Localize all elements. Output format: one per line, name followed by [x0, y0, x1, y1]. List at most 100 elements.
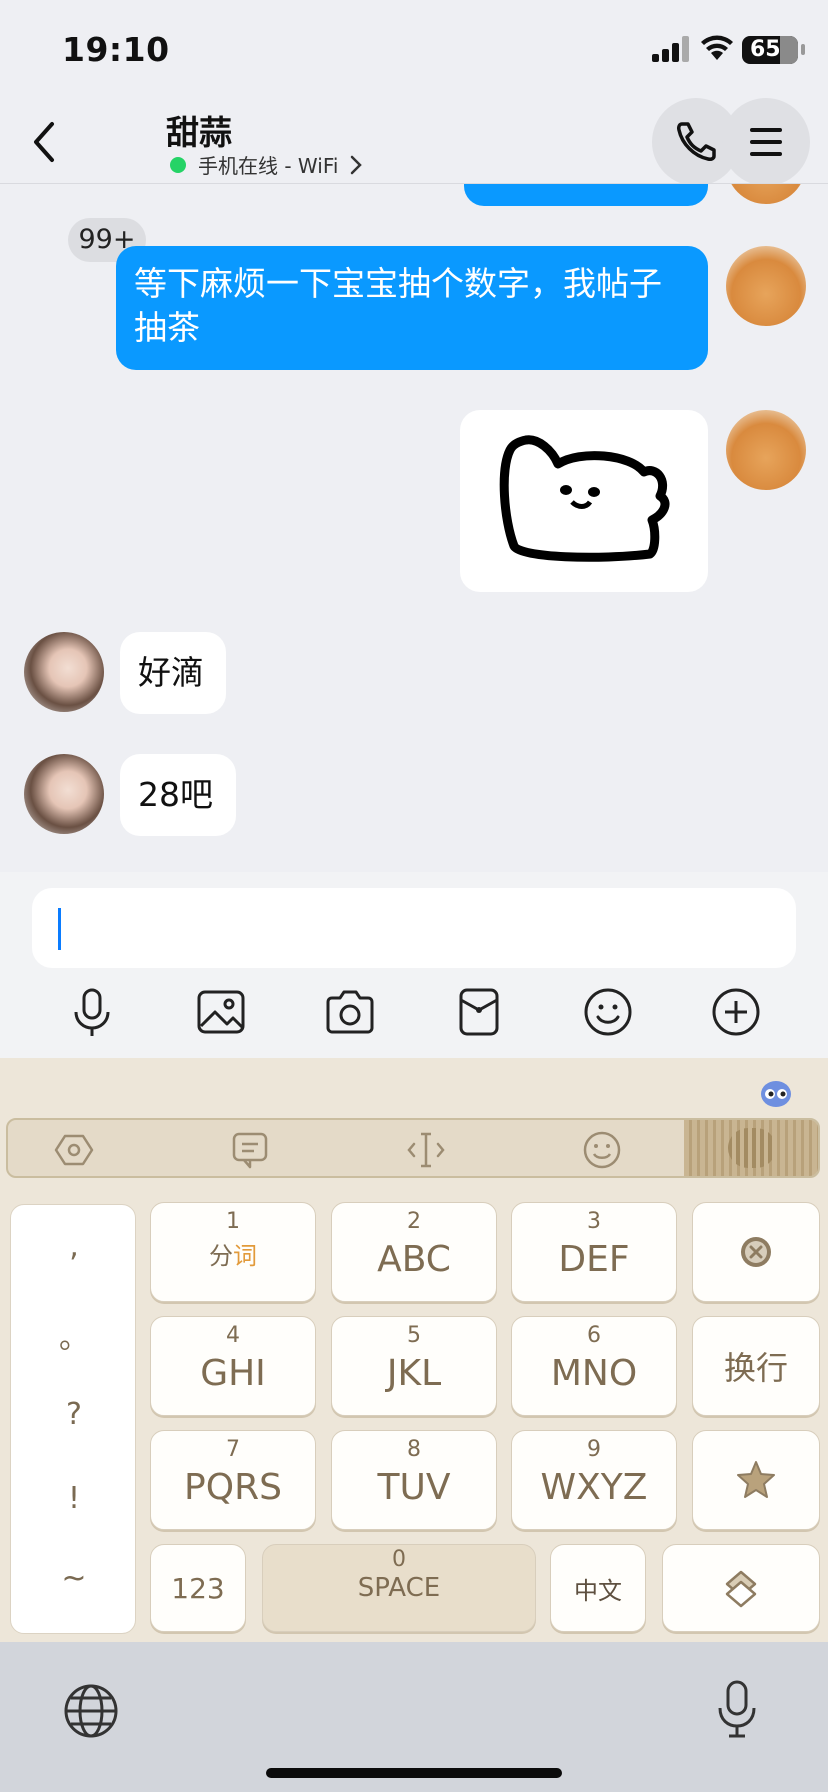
punct-key[interactable]: ~ [11, 1561, 137, 1596]
punct-key[interactable]: , [11, 1229, 137, 1264]
key-number: 7 [226, 1437, 240, 1462]
message-text-line: 抽茶 [134, 308, 200, 347]
add-icon[interactable] [708, 984, 764, 1040]
hexagon-settings-icon[interactable] [54, 1130, 94, 1170]
voice-wave-icon [728, 1128, 776, 1168]
message-text: 好滴 [138, 653, 204, 692]
punct-key[interactable]: ? [11, 1397, 137, 1432]
dictation-mic-icon[interactable] [712, 1678, 762, 1740]
keyboard-switch-key[interactable] [662, 1544, 820, 1632]
my-avatar[interactable] [726, 410, 806, 490]
numbers-label: 123 [171, 1571, 225, 1605]
message-text: 28吧 [138, 775, 213, 814]
keyboard-mascot-icon[interactable] [756, 1072, 796, 1112]
key-number: 5 [407, 1323, 421, 1348]
back-chevron-icon[interactable] [26, 118, 66, 166]
message-bubble-partial[interactable] [464, 184, 708, 206]
key-number: 1 [226, 1209, 240, 1234]
image-icon[interactable] [193, 984, 249, 1040]
contact-avatar[interactable] [24, 632, 104, 712]
voice-input-strip[interactable] [684, 1120, 818, 1176]
message-text-line: 等下麻烦一下宝宝抽个数字，我帖子 [134, 264, 662, 303]
key-label: ABC [377, 1239, 451, 1280]
camera-icon[interactable] [322, 984, 378, 1040]
battery-level: 65 [750, 37, 781, 62]
key-4-ghi[interactable]: 4 GHI [150, 1316, 316, 1416]
message-bubble-incoming[interactable]: 好滴 [120, 632, 226, 714]
key-number: 9 [587, 1437, 601, 1462]
microphone-icon[interactable] [64, 984, 120, 1040]
emoji-face-icon[interactable] [582, 1130, 622, 1170]
delete-key[interactable] [692, 1202, 820, 1302]
menu-button[interactable] [722, 98, 810, 186]
key-label: JKL [386, 1353, 442, 1394]
key-label: 分词 [151, 1239, 315, 1273]
cursor-move-icon[interactable] [406, 1130, 446, 1170]
contact-avatar[interactable] [24, 754, 104, 834]
hamburger-menu-icon [750, 128, 782, 156]
keyboard-toolbar [6, 1118, 820, 1178]
space-label: SPACE [357, 1573, 441, 1603]
status-time: 19:10 [62, 30, 170, 69]
key-label: MNO [550, 1353, 638, 1394]
key-label: PQRS [184, 1467, 282, 1508]
contact-name[interactable]: 甜蒜 [166, 106, 232, 154]
online-status[interactable]: 手机在线 - WiFi [170, 150, 363, 179]
keyboard-switch-icon [663, 1545, 819, 1631]
favorites-key[interactable] [692, 1430, 820, 1530]
key-6-mno[interactable]: 6 MNO [511, 1316, 677, 1416]
chat-header: 99+ 甜蒜 手机在线 - WiFi [0, 98, 828, 262]
my-avatar[interactable] [726, 246, 806, 326]
key-1-fenci[interactable]: 1 分词 [150, 1202, 316, 1302]
online-status-text: 手机在线 - WiFi [198, 154, 339, 178]
punctuation-column[interactable]: , 。 ? ! ~ [10, 1204, 136, 1634]
key-3-def[interactable]: 3 DEF [511, 1202, 677, 1302]
key-5-jkl[interactable]: 5 JKL [331, 1316, 497, 1416]
space-key[interactable]: 0 SPACE [262, 1544, 536, 1632]
sticker-message[interactable] [460, 410, 708, 592]
chinese-lang-key[interactable]: 中文 [550, 1544, 646, 1632]
key-label: GHI [200, 1353, 266, 1394]
key-number: 2 [407, 1209, 421, 1234]
home-indicator[interactable] [266, 1768, 562, 1778]
key-2-abc[interactable]: 2 ABC [331, 1202, 497, 1302]
status-bar: 19:10 65 [0, 0, 828, 100]
message-input[interactable] [32, 888, 796, 968]
message-bubble-outgoing[interactable]: 等下麻烦一下宝宝抽个数字，我帖子 抽茶 [116, 246, 708, 370]
key-label: DEF [558, 1239, 630, 1280]
cat-sticker-icon [499, 435, 670, 562]
key-9-wxyz[interactable]: 9 WXYZ [511, 1430, 677, 1530]
chinese-lang-label: 中文 [574, 1576, 622, 1605]
battery-nub [801, 44, 805, 55]
key-label-a: 分 [209, 1242, 233, 1270]
online-dot-icon [170, 156, 186, 173]
key-number: 6 [587, 1323, 601, 1348]
chevron-right-icon [351, 155, 363, 174]
key-label-b: 词 [233, 1242, 257, 1270]
clipboard-icon[interactable] [230, 1130, 270, 1170]
cellular-signal-icon [652, 36, 689, 62]
globe-icon[interactable] [62, 1682, 120, 1740]
wifi-icon [701, 35, 733, 60]
newline-label: 换行 [723, 1349, 788, 1387]
key-8-tuv[interactable]: 8 TUV [331, 1430, 497, 1530]
punct-key[interactable]: ! [11, 1481, 137, 1516]
numbers-key[interactable]: 123 [150, 1544, 246, 1632]
key-number: 3 [587, 1209, 601, 1234]
battery-empty-part [780, 36, 798, 64]
punct-key[interactable]: 。 [11, 1313, 137, 1357]
key-7-pqrs[interactable]: 7 PQRS [150, 1430, 316, 1530]
keyboard: , 。 ? ! ~ 1 分词 2 ABC 3 DEF 4 GHI 5 JKL 6… [0, 1058, 828, 1642]
star-icon [693, 1431, 819, 1529]
text-caret [58, 908, 61, 950]
my-avatar[interactable] [726, 184, 806, 204]
emoji-icon[interactable] [580, 984, 636, 1040]
system-bottom-bar [0, 1642, 828, 1792]
composer [0, 872, 828, 1058]
red-packet-icon[interactable] [451, 984, 507, 1040]
key-number: 4 [226, 1323, 240, 1348]
message-bubble-incoming[interactable]: 28吧 [120, 754, 236, 836]
key-label: WXYZ [540, 1467, 648, 1508]
newline-key[interactable]: 换行 [692, 1316, 820, 1416]
message-list[interactable]: 等下麻烦一下宝宝抽个数字，我帖子 抽茶 好滴 28吧 [0, 184, 828, 872]
